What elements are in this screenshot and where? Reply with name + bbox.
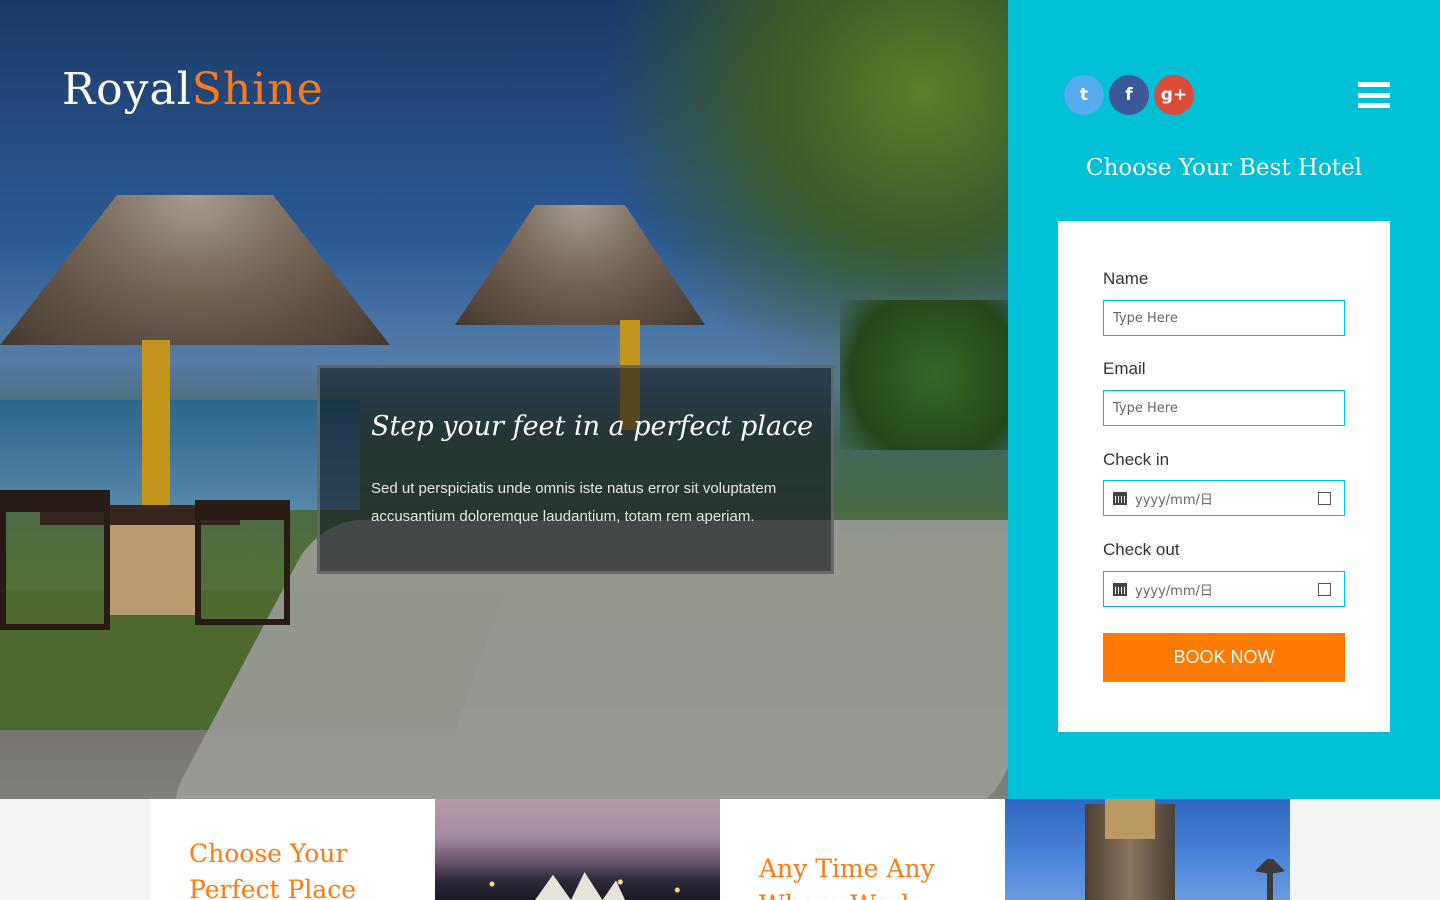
features-row: Choose Your Perfect Place Any Time Any W… <box>150 799 1290 900</box>
feature-card: Choose Your Perfect Place <box>150 799 435 900</box>
hotel-image <box>1005 799 1290 900</box>
site-logo[interactable]: RoyalShine <box>62 64 324 115</box>
calendar-icon <box>1113 582 1127 596</box>
booking-panel: t f g+ Choose Your Best Hotel Name Type … <box>1008 0 1440 799</box>
facebook-glyph: f <box>1125 85 1133 105</box>
name-label: Name <box>1103 269 1149 288</box>
panel-title: Choose Your Best Hotel <box>1086 155 1362 181</box>
social-links: t f g+ <box>1064 75 1194 115</box>
logo-part-2: Shine <box>191 64 324 115</box>
feature-card: Any Time Any Where Work <box>720 799 1005 900</box>
feature-title: Choose Your Perfect Place <box>189 839 357 900</box>
facebook-icon[interactable]: f <box>1109 75 1149 115</box>
hero-text: Sed ut perspiciatis unde omnis iste natu… <box>371 480 777 525</box>
checkout-placeholder: yyyy/mm/日 <box>1135 583 1213 599</box>
hamburger-menu-icon[interactable] <box>1358 82 1390 108</box>
hero-caption-box: Step your feet in a perfect place Sed ut… <box>317 365 834 574</box>
feature-title: Any Time Any Where Work <box>759 854 935 900</box>
date-picker-icon[interactable] <box>1318 582 1331 596</box>
checkin-date-field[interactable]: yyyy/mm/日 <box>1103 480 1345 516</box>
email-field[interactable]: Type Here <box>1103 390 1345 426</box>
street-lamp <box>1255 859 1285 900</box>
checkout-date-field[interactable]: yyyy/mm/日 <box>1103 571 1345 607</box>
booking-form: Name Type Here Email Type Here Check in … <box>1058 221 1390 732</box>
checkin-placeholder: yyyy/mm/日 <box>1135 492 1213 508</box>
hero-title: Step your feet in a perfect place <box>371 411 814 442</box>
book-now-button[interactable]: BOOK NOW <box>1103 633 1345 682</box>
menu-bar <box>1358 82 1390 87</box>
logo-part-1: Royal <box>62 64 192 115</box>
calendar-icon <box>1113 491 1127 505</box>
google-plus-icon[interactable]: g+ <box>1154 75 1194 115</box>
email-placeholder: Type Here <box>1113 400 1178 416</box>
name-placeholder: Type Here <box>1113 310 1178 326</box>
name-field[interactable]: Type Here <box>1103 300 1345 336</box>
google-plus-glyph: g+ <box>1160 85 1188 105</box>
checkin-label: Check in <box>1103 450 1170 469</box>
menu-bar <box>1358 92 1390 98</box>
city-image <box>435 799 720 900</box>
date-picker-icon[interactable] <box>1318 491 1331 505</box>
twitter-glyph: t <box>1079 85 1089 105</box>
checkout-label: Check out <box>1103 540 1180 559</box>
twitter-icon[interactable]: t <box>1064 75 1104 115</box>
hotel-sign <box>1105 799 1155 839</box>
menu-bar <box>1358 103 1390 108</box>
email-label: Email <box>1103 359 1146 378</box>
hero-banner: RoyalShine Step your feet in a perfect p… <box>0 0 1008 799</box>
